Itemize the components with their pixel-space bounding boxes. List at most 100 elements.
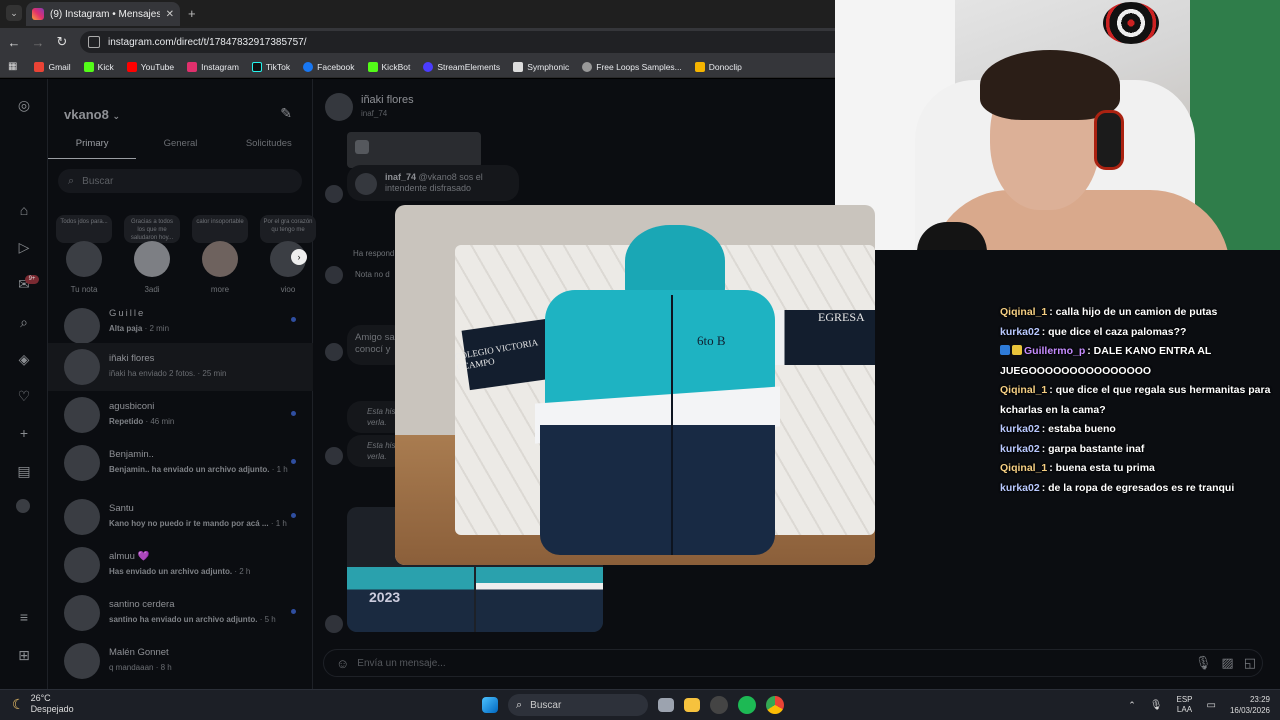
image-icon[interactable]: ▨ (1221, 655, 1233, 671)
site-info-icon[interactable] (88, 36, 100, 48)
microphone-icon[interactable]: 🎙 (1195, 655, 1212, 671)
reply-bubble[interactable]: inaf_74 @vkano8 sos el intendente disfra… (347, 165, 519, 201)
close-tab-icon[interactable]: ✕ (166, 9, 174, 20)
tab-general[interactable]: General (136, 131, 224, 159)
language-indicator[interactable]: ESP LAA (1176, 695, 1192, 715)
more-menu-icon[interactable]: ≡ (16, 609, 32, 625)
thread-preview: Repetido · 46 min (109, 417, 174, 426)
reply-user: inaf_74 (385, 172, 417, 182)
moon-icon: ☾ (12, 695, 25, 712)
bookmark-instagram[interactable]: Instagram (187, 61, 239, 72)
profile-avatar[interactable] (16, 499, 30, 513)
bookmark-kick[interactable]: Kick (83, 61, 114, 72)
account-switcher[interactable]: vkano8 ⌄ (64, 107, 120, 122)
notifications-heart-icon[interactable]: ♡ (16, 388, 32, 404)
sticker-icon[interactable]: ◱ (1244, 655, 1256, 671)
tab-search-menu-icon[interactable]: ⌄ (6, 5, 22, 21)
thread-item[interactable]: agusbiconi Repetido · 46 min (48, 391, 313, 439)
new-message-icon[interactable]: ✎ (280, 105, 292, 122)
stream-chat-message: Qiqinal_1: calla hijo de un camion de pu… (1000, 303, 1275, 323)
youtube-icon (126, 61, 137, 72)
app-icon[interactable] (710, 696, 728, 714)
composer-tools: 🎙 ▨ ◱ (1195, 655, 1256, 671)
home-icon[interactable]: ⌂ (16, 202, 32, 218)
notes-next-icon[interactable]: › (291, 249, 307, 265)
tab-primary[interactable]: Primary (48, 131, 137, 159)
account-name: vkano8 (64, 107, 109, 122)
preview-text: q mandaaan (109, 663, 154, 672)
taskbar-search[interactable]: ⌕ Buscar (508, 694, 648, 716)
also-from-meta-icon[interactable]: ⊞ (16, 647, 32, 663)
chrome-icon[interactable] (766, 696, 784, 714)
instagram-logo-icon[interactable]: ◎ (16, 97, 32, 113)
unread-dot (291, 459, 296, 464)
bookmark-gmail[interactable]: Gmail (34, 61, 71, 72)
stream-chat-username: kurka02 (1000, 423, 1040, 435)
bookmark-donoclip[interactable]: Donoclip (694, 61, 742, 72)
new-tab-icon[interactable]: + (188, 6, 196, 21)
emoji-icon[interactable]: ☺ (336, 656, 349, 671)
bookmark-youtube[interactable]: YouTube (126, 61, 174, 72)
bookmark-streamelements[interactable]: StreamElements (423, 61, 500, 72)
avatar (64, 397, 100, 433)
stream-chat-message: Qiqinal_1: que dice el que regala sus he… (1000, 381, 1275, 420)
file-explorer-icon[interactable] (684, 698, 700, 712)
forward-icon[interactable]: → (26, 35, 50, 50)
photo-thumb[interactable] (476, 567, 603, 632)
thread-item[interactable]: almuu 💜 Has enviado un archivo adjunto. ·… (48, 541, 313, 589)
preview-text: Kano hoy no puedo ir te mando por acá ..… (109, 519, 269, 528)
clock[interactable]: 23:29 16/03/2026 (1230, 694, 1270, 716)
microphone-tray-icon[interactable]: 🎙 (1150, 700, 1163, 711)
bookmark-tiktok[interactable]: TikTok (251, 61, 290, 72)
photo-thumb[interactable]: 2023 (347, 567, 474, 632)
clock-time: 23:29 (1249, 695, 1270, 704)
chat-badge-icon (1000, 345, 1010, 355)
network-icon[interactable]: ▭ (1207, 700, 1216, 711)
dashboard-icon[interactable]: ▤ (16, 463, 32, 479)
apps-grid-icon[interactable]: ▦ (8, 61, 17, 72)
windows-start-icon[interactable] (482, 697, 498, 713)
thread-preview: Alta paja · 2 min (109, 324, 169, 333)
bookmark-facebook[interactable]: Facebook (303, 61, 355, 72)
facebook-icon (303, 61, 314, 72)
note-bubble: Gracias a todos los que me saludaron hoy… (124, 215, 180, 243)
thread-preview: iñaki ha enviado 2 fotos. · 25 min (109, 369, 226, 378)
bookmark-symphonic[interactable]: Symphonic (513, 61, 569, 72)
search-icon[interactable]: ⌕ (16, 314, 32, 330)
unread-dot (291, 513, 296, 518)
thread-item-selected[interactable]: iñaki flores iñaki ha enviado 2 fotos. · … (48, 343, 313, 391)
thread-item[interactable]: Malén Gonnet q mandaaan · 8 h (48, 637, 313, 685)
preview-time: · 1 h (271, 465, 288, 474)
shared-reel-preview[interactable] (347, 132, 481, 168)
search-icon: ⌕ (516, 698, 523, 711)
reels-icon[interactable]: ▷ (16, 239, 32, 255)
explore-icon[interactable]: ◈ (16, 351, 32, 367)
stream-chat-overlay: Qiqinal_1: calla hijo de un camion de pu… (1000, 303, 1275, 498)
create-icon[interactable]: + (16, 425, 32, 441)
conversation-title[interactable]: iñaki flores (361, 94, 414, 106)
tab-requests[interactable]: Solicitudes (225, 131, 313, 159)
inbox-search-input[interactable]: ⌕ Buscar (58, 169, 302, 193)
message-composer[interactable]: ☺ Envía un mensaje... 🎙 ▨ ◱ (323, 649, 1263, 677)
avatar[interactable] (325, 93, 353, 121)
bookmark-kickbot[interactable]: KickBot (367, 61, 410, 72)
unread-dot (291, 317, 296, 322)
browser-tab-instagram[interactable]: (9) Instagram • Mensajes ✕ (26, 2, 180, 26)
stream-chat-text: : calla hijo de un camion de putas (1049, 306, 1218, 318)
thread-item[interactable]: santino cerdera santino ha enviado un arc… (48, 589, 313, 637)
avatar (355, 173, 377, 195)
search-icon: ⌕ (68, 174, 75, 187)
thread-item[interactable]: Benjamin.. Benjamin.. ha enviado un archi… (48, 439, 313, 487)
avatar (134, 241, 170, 277)
preview-time: · 1 h (270, 519, 287, 528)
photo-lightbox[interactable]: COLEGIO VICTORIA OCAMPO 6to B EGRESA (395, 205, 875, 565)
thread-item[interactable]: Santu Kano hoy no puedo ir te mando por a… (48, 493, 313, 541)
back-icon[interactable]: ← (2, 35, 26, 50)
spotify-icon[interactable] (738, 696, 756, 714)
bookmark-free-loops[interactable]: Free Loops Samples... (582, 61, 682, 72)
reload-icon[interactable]: ↻ (50, 34, 74, 50)
tray-overflow-icon[interactable]: ⌃ (1128, 700, 1136, 711)
preview-time: · 25 min (197, 369, 227, 378)
weather-widget[interactable]: ☾ 26°C Despejado (12, 693, 74, 715)
task-view-icon[interactable] (658, 698, 674, 712)
